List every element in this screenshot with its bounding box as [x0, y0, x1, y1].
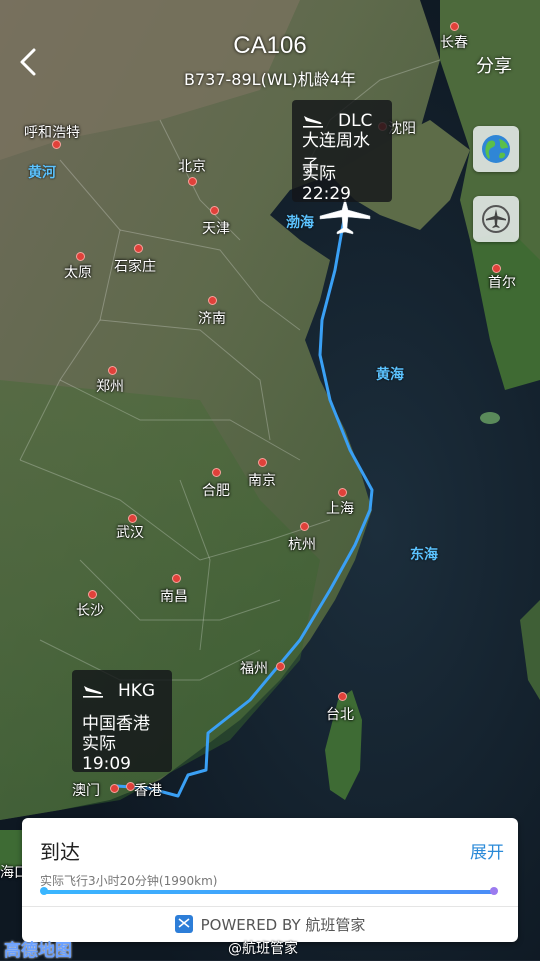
- airplane-icon: [482, 205, 510, 233]
- divider: [22, 906, 518, 907]
- city-dot: [134, 244, 143, 253]
- city-dot: [110, 784, 119, 793]
- city-dot: [172, 574, 181, 583]
- weibo-watermark: @航班管家: [228, 941, 298, 957]
- city-label[interactable]: 太原: [64, 262, 92, 282]
- city-label[interactable]: 武汉: [116, 522, 144, 542]
- flight-progress-bar: [40, 887, 498, 895]
- city-label[interactable]: 首尔: [488, 272, 516, 292]
- city-label[interactable]: 郑州: [96, 376, 124, 396]
- city-label[interactable]: 合肥: [202, 480, 230, 500]
- city-dot: [338, 488, 347, 497]
- city-label[interactable]: 济南: [198, 308, 226, 328]
- globe-icon: [482, 135, 510, 163]
- globe-button[interactable]: [473, 126, 519, 172]
- city-dot: [208, 296, 217, 305]
- city-label[interactable]: 南昌: [160, 586, 188, 606]
- city-label[interactable]: 上海: [326, 498, 354, 518]
- flight-status: 到达: [40, 840, 80, 864]
- city-label[interactable]: 沈阳: [388, 118, 416, 138]
- city-label[interactable]: 福州: [240, 658, 268, 678]
- actual-time: 实际 22:29: [302, 163, 351, 204]
- amap-watermark: 高德地图: [4, 941, 72, 961]
- airplane-landing-icon: [83, 686, 103, 698]
- share-button[interactable]: 分享: [476, 52, 512, 78]
- flight-header: CA106 B737-89L(WL)机龄4年 分享: [0, 0, 540, 100]
- city-dot: [88, 590, 97, 599]
- flight-number: CA106: [233, 32, 307, 59]
- progress-fill: [44, 890, 494, 894]
- powered-by-text: POWERED BY 航班管家: [200, 916, 366, 934]
- city-dot: [188, 177, 197, 186]
- river-label: 黄河: [28, 165, 56, 181]
- city-label[interactable]: 天津: [202, 218, 230, 238]
- flight-status-panel: 到达 展开 实际飞行3小时20分钟(1990km) POWERED BY 航班管…: [22, 818, 518, 942]
- city-dot: [276, 662, 285, 671]
- powered-by: POWERED BY 航班管家: [22, 914, 518, 935]
- progress-start-dot: [40, 887, 48, 895]
- expand-button[interactable]: 展开: [470, 838, 504, 863]
- actual-time: 实际 19:09: [82, 733, 131, 774]
- sea-label: 渤海: [286, 215, 314, 231]
- city-dot: [76, 252, 85, 261]
- city-dot: [212, 468, 221, 477]
- flight-duration: 实际飞行3小时20分钟(1990km): [40, 874, 218, 888]
- city-label[interactable]: 北京: [178, 156, 206, 176]
- city-label[interactable]: 澳门: [72, 780, 100, 800]
- airport-code: HKG: [118, 681, 156, 701]
- city-label[interactable]: 呼和浩特: [24, 122, 80, 142]
- sea-label: 东海: [410, 547, 438, 563]
- city-dot: [210, 206, 219, 215]
- city-label[interactable]: 香港: [134, 780, 162, 800]
- city-label[interactable]: 长沙: [76, 600, 104, 620]
- departure-airport-card[interactable]: HKG 中国香港 实际 19:09: [72, 670, 172, 774]
- city-dot: [300, 522, 309, 531]
- city-label[interactable]: 南京: [248, 470, 276, 490]
- city-label[interactable]: 杭州: [288, 534, 316, 554]
- progress-end-dot: [490, 887, 498, 895]
- city-dot: [108, 366, 117, 375]
- airplane-button[interactable]: [473, 196, 519, 242]
- flight-manager-logo-icon: [174, 915, 193, 933]
- arrival-airport-card[interactable]: DLC 大连周水子 实际 22:29: [292, 100, 392, 204]
- city-dot: [338, 692, 347, 701]
- aircraft-info: B737-89L(WL)机龄4年: [184, 70, 356, 89]
- city-label[interactable]: 台北: [326, 704, 354, 724]
- city-label[interactable]: 石家庄: [114, 256, 156, 276]
- sea-label: 黄海: [376, 367, 404, 383]
- city-dot: [258, 458, 267, 467]
